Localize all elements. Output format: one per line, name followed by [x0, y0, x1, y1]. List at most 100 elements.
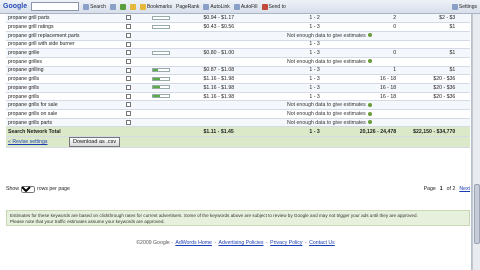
checkbox-cell [124, 100, 134, 111]
page-count: of 2 [446, 186, 456, 192]
total-position: 1 - 3 [283, 126, 346, 138]
row-end-cell [457, 118, 470, 128]
next-page-link[interactable]: Next [459, 186, 470, 192]
search-icon [83, 3, 90, 10]
help-icon[interactable] [367, 33, 372, 38]
cost-cell: $20 - $36 [398, 92, 458, 102]
scrollbar-thumb[interactable] [474, 184, 480, 244]
checkbox-cell [124, 48, 134, 58]
page-content: propane grill parts $0.94 - $1.17 1 - 2 2 $2… [0, 14, 472, 270]
keyword-checkbox[interactable] [126, 58, 132, 64]
keyword-checkbox[interactable] [126, 32, 132, 38]
autolink-button[interactable]: AutoLink [203, 3, 230, 10]
contact-us-link[interactable]: Contact Us [309, 240, 335, 246]
help-icon[interactable] [367, 102, 372, 107]
checkbox-cell [124, 57, 134, 67]
keyword-cell: propane grilling [6, 66, 125, 76]
row-end-cell [457, 22, 470, 32]
row-end-cell [457, 83, 470, 93]
cpc-cell: Not enough data to give estimates [201, 100, 458, 111]
cost-cell: $20 - $36 [398, 83, 458, 93]
search-button[interactable]: Search [83, 3, 106, 10]
clicks-cell: 2 [345, 14, 399, 24]
autolink-icon [203, 3, 210, 10]
keyword-checkbox[interactable] [126, 119, 132, 125]
row-end-cell [457, 66, 470, 76]
row-end-cell [457, 100, 470, 111]
checkbox-cell [124, 31, 134, 41]
keyword-checkbox[interactable] [126, 84, 132, 90]
keyword-cell: propane grills for sale [6, 100, 125, 111]
copyright-text: ©2009 Google - [136, 240, 173, 246]
pagerank-indicator[interactable]: PageRank [176, 4, 199, 10]
toolbar-icon[interactable] [109, 3, 116, 10]
browser-toolbar: Google Search Bookmarks PageRank AutoLin… [0, 0, 480, 14]
rows-per-page-select[interactable]: 50 [20, 185, 35, 193]
search-volume-fill [152, 69, 158, 72]
cpc-cell: Not enough data to give estimates [201, 31, 458, 41]
autofill-button[interactable]: AutoFill [233, 3, 258, 10]
pagination-bar: Show 50 rows per page Page 1 of 2 Next [6, 184, 470, 194]
toolbar-search-input[interactable] [31, 2, 80, 11]
checkbox-cell [124, 22, 134, 32]
help-icon[interactable] [367, 120, 372, 125]
row-end-cell [457, 74, 470, 84]
advertising-policies-link[interactable]: Advertising Policies [219, 240, 264, 246]
total-label: Search Network Total [6, 126, 125, 138]
adwords-home-link[interactable]: AdWords Home [175, 240, 212, 246]
keyword-cell: propane grills [6, 92, 125, 102]
checkbox-cell [124, 118, 134, 128]
search-volume-cell [133, 22, 202, 32]
cpc-cell: $0.80 - $1.00 [201, 48, 284, 58]
keyword-checkbox[interactable] [126, 111, 132, 117]
search-volume-cell [133, 74, 202, 84]
toolbar-icon[interactable] [119, 3, 126, 10]
row-end-cell [457, 14, 470, 24]
send-to-button[interactable]: Send to [261, 3, 286, 10]
bookmarks-button[interactable]: Bookmarks [139, 3, 172, 10]
keyword-row: propane grills for sale Not enough data t… [6, 100, 470, 111]
cpc-cell: $1.16 - $1.98 [201, 83, 284, 93]
settings-button[interactable]: Settings [451, 3, 477, 10]
position-cell: 1 - 3 [283, 92, 346, 102]
row-end-cell [457, 109, 470, 119]
total-clicks: 20,126 - 24,478 [345, 126, 399, 138]
toolbar-icon[interactable] [129, 3, 136, 10]
keyword-checkbox[interactable] [126, 102, 132, 108]
keyword-row: propane grills parts Not enough data to g… [6, 118, 470, 128]
keyword-cell: propane grill with side burner [6, 40, 125, 50]
download-csv-button[interactable]: Download as .csv [68, 137, 121, 148]
help-icon[interactable] [367, 111, 372, 116]
keyword-checkbox[interactable] [126, 41, 132, 47]
search-volume-cell [133, 57, 202, 67]
keyword-checkbox[interactable] [126, 24, 132, 30]
row-end-cell [457, 92, 470, 102]
not-enough-data-message: Not enough data to give estimates [287, 58, 366, 65]
keyword-checkbox[interactable] [126, 76, 132, 82]
cpc-cell: $0.43 - $0.56 [201, 22, 284, 32]
search-volume-cell [133, 109, 202, 119]
keyword-row: propane grille $0.80 - $1.00 1 - 3 0 $1 [6, 48, 470, 58]
keyword-checkbox[interactable] [126, 15, 132, 21]
page-navigation: Page 1 of 2 Next [424, 186, 470, 192]
revise-settings-link[interactable]: « Revise settings [8, 139, 48, 145]
position-cell: 1 - 2 [283, 14, 346, 24]
keyword-row: propane grill with side burner 1 - 3 [6, 40, 470, 50]
help-icon[interactable] [367, 59, 372, 64]
google-logo[interactable]: Google [3, 3, 27, 10]
clicks-cell: 0 [345, 22, 399, 32]
vertical-scrollbar[interactable] [472, 14, 480, 270]
show-label: Show [6, 186, 19, 192]
estimates-notice: Estimates for these keywords are based o… [6, 210, 470, 226]
checkbox-cell [124, 92, 134, 102]
privacy-policy-link[interactable]: Privacy Policy [270, 240, 302, 246]
keyword-checkbox[interactable] [126, 93, 132, 99]
cpc-cell: Not enough data to give estimates [201, 109, 458, 119]
keyword-table: propane grill parts $0.94 - $1.17 1 - 2 2 $2… [6, 14, 470, 149]
search-volume-fill [152, 86, 161, 89]
clicks-cell [345, 40, 399, 50]
keyword-checkbox[interactable] [126, 50, 132, 56]
search-volume-cell [133, 66, 202, 76]
clicks-cell: 0 [345, 48, 399, 58]
keyword-checkbox[interactable] [126, 67, 132, 73]
